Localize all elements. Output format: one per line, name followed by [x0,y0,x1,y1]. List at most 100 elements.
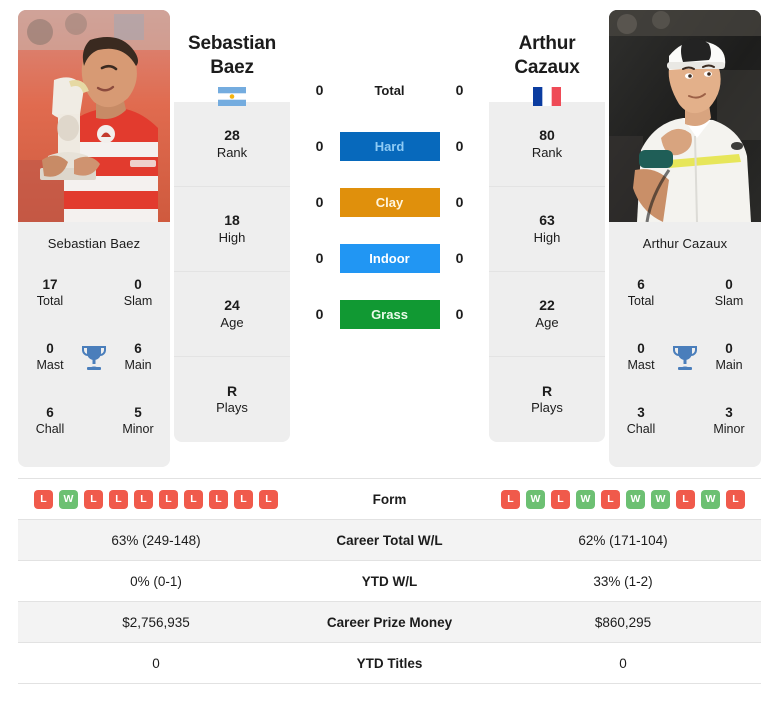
form-badge-loss[interactable]: L [676,489,695,509]
player-name-right: Arthur Cazaux [642,236,728,251]
surface-label-grass[interactable]: Grass [339,299,440,329]
form-badge-loss[interactable]: L [551,489,570,509]
titles-total-right: 6 Total [615,277,667,310]
form-badge-loss[interactable]: L [159,489,178,509]
player-card-right[interactable]: Arthur Cazaux 6 Total 0 Slam 0 Mast 0 Ma… [609,10,761,467]
surface-score-right-clay: 0 [455,194,464,210]
form-badge-loss[interactable]: L [601,489,620,509]
head-to-head-stats-table: L W L L L L L L L L Form L W L W L W W L W L 63% (249-148) Car… [18,478,761,684]
titles-main-value-right: 0 [725,340,733,356]
form-badge-loss[interactable]: L [501,489,520,509]
surface-label-clay[interactable]: Clay [339,187,440,217]
form-badge-loss[interactable]: L [84,489,103,509]
player-first-name-left: Sebastian [188,33,276,54]
stat-age-value-right: 22 [539,297,555,314]
stat-column-right: Arthur Cazaux 80 Rank 63 High 22 Age R P… [489,10,605,442]
surface-score-left-total: 0 [315,82,324,98]
table-row-label: Form [372,491,407,507]
stat-plays-label-left: Plays [216,400,248,416]
surface-label-indoor[interactable]: Indoor [339,243,440,273]
form-badge-win[interactable]: W [526,489,545,509]
titles-mast-label-right: Mast [627,357,655,372]
titles-mast-right: 0 Mast [615,341,667,374]
titles-row-mast-main-left: 0 Mast 6 Main [24,325,164,389]
titles-minor-value-right: 3 [725,404,733,420]
player-comparison-panel: Sebastian Baez 17 Total 0 Slam 0 Mast 6 … [0,0,779,470]
table-cell-right: $860,295 [594,614,652,630]
surface-label-total: Total [374,82,405,98]
player-photo-left [18,10,170,222]
surface-score-left-clay: 0 [315,194,324,210]
table-row-label: Career Prize Money [326,614,453,630]
titles-mast-left: 0 Mast [24,341,76,374]
form-badge-loss[interactable]: L [234,489,253,509]
table-row: $2,756,935 Career Prize Money $860,295 [18,601,761,643]
surface-row-clay: 0 Clay 0 [294,174,485,230]
stat-high-label-left: High [218,229,246,245]
titles-minor-label-right: Minor [713,421,745,436]
form-badge-win[interactable]: W [576,489,595,509]
form-strip-left: LWLLLLLLLL [18,479,294,520]
titles-minor-label-left: Minor [122,421,154,436]
stat-plays-right: R Plays [489,357,605,442]
titles-mast-label-left: Mast [36,357,64,372]
titles-slam-right: 0 Slam [703,277,755,310]
stat-plays-left: R Plays [174,357,290,442]
player-last-name-left: Baez [210,57,254,79]
player-card-left[interactable]: Sebastian Baez 17 Total 0 Slam 0 Mast 6 … [18,10,170,467]
titles-grid-left: 17 Total 0 Slam 0 Mast 6 Main 6 Chall 5 … [18,261,170,467]
stat-age-label-left: Age [220,314,244,330]
player-heading-right: Arthur Cazaux [489,10,605,106]
stat-age-label-right: Age [535,314,559,330]
stat-plays-value-left: R [226,382,238,399]
form-badge-loss[interactable]: L [184,489,203,509]
titles-row-total-slam-left: 17 Total 0 Slam [24,261,164,325]
surface-score-left-grass: 0 [315,306,324,322]
titles-row-chall-minor-left: 6 Chall 5 Minor [24,389,164,453]
form-badge-loss[interactable]: L [726,489,745,509]
table-cell-right: 33% (1-2) [593,573,653,589]
titles-slam-value-right: 0 [725,276,733,292]
table-row: 0% (0-1) YTD W/L 33% (1-2) [18,560,761,602]
titles-minor-right: 3 Minor [703,405,755,438]
stat-rank-value-left: 28 [224,127,240,144]
form-badge-loss[interactable]: L [259,489,278,509]
titles-minor-left: 5 Minor [112,405,164,438]
form-badge-loss[interactable]: L [134,489,153,509]
trophy-icon [77,344,111,370]
form-badges: LWLWLWWLWL [485,489,761,509]
player-photo-right [609,10,761,222]
surface-score-right-hard: 0 [455,138,464,154]
stat-high-value-right: 63 [539,212,555,229]
table-row-label: YTD Titles [356,655,423,671]
form-badge-win[interactable]: W [626,489,645,509]
form-badge-win[interactable]: W [59,489,78,509]
form-badge-loss[interactable]: L [209,489,228,509]
player-last-name-right: Cazaux [514,57,580,79]
titles-main-label-left: Main [124,357,152,372]
titles-main-label-right: Main [715,357,743,372]
stat-high-right: 63 High [489,187,605,272]
table-cell-left: 63% (249-148) [111,532,201,548]
titles-minor-value-left: 5 [134,404,142,420]
form-badge-win[interactable]: W [651,489,670,509]
surface-score-left-hard: 0 [315,138,324,154]
form-badge-loss[interactable]: L [34,489,53,509]
stat-rank-label-right: Rank [531,144,563,160]
form-badge-win[interactable]: W [701,489,720,509]
player-first-name-right: Arthur [518,33,576,54]
table-cell-left: $2,756,935 [122,614,190,630]
surface-row-hard: 0 Hard 0 [294,118,485,174]
titles-chall-value-left: 6 [46,404,54,420]
stat-age-value-left: 24 [224,297,240,314]
surface-row-total: 0 Total 0 [294,62,485,118]
stat-plays-value-right: R [541,382,553,399]
surface-label-hard[interactable]: Hard [339,131,440,161]
titles-chall-left: 6 Chall [24,405,76,438]
stat-age-left: 24 Age [174,272,290,357]
stat-high-left: 18 High [174,187,290,272]
form-badge-loss[interactable]: L [109,489,128,509]
surface-score-right-indoor: 0 [455,250,464,266]
titles-slam-label-right: Slam [714,293,744,308]
titles-main-value-left: 6 [134,340,142,356]
